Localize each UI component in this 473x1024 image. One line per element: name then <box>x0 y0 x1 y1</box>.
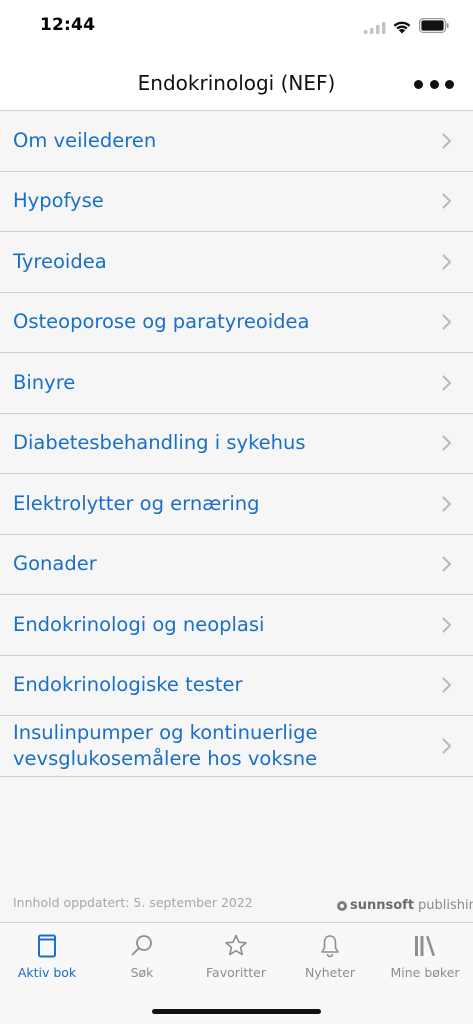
tab-favoritter[interactable]: Favoritter <box>189 933 283 993</box>
tab-sok[interactable]: Søk <box>95 933 189 993</box>
chapter-list: Om veilederen Hypofyse Tyreoidea Osteopo… <box>0 111 473 777</box>
list-item-label: Diabetesbehandling i sykehus <box>13 431 306 455</box>
chevron-right-icon <box>442 375 451 391</box>
chevron-right-icon <box>442 193 451 209</box>
tab-aktiv-bok[interactable]: Aktiv bok <box>0 933 94 993</box>
chevron-right-icon <box>442 254 451 270</box>
library-icon <box>415 936 435 956</box>
home-indicator <box>152 1009 321 1014</box>
more-dot-icon <box>445 79 454 89</box>
list-item-osteoporose[interactable]: Osteoporose og paratyreoidea <box>0 293 473 353</box>
list-item-binyre[interactable]: Binyre <box>0 353 473 414</box>
book-icon <box>38 934 56 958</box>
cellular-signal-icon <box>364 22 386 34</box>
tab-label: Nyheter <box>304 965 356 980</box>
list-item-tyreoidea[interactable]: Tyreoidea <box>0 232 473 293</box>
list-item-gonader[interactable]: Gonader <box>0 535 473 595</box>
list-item-hypofyse[interactable]: Hypofyse <box>0 172 473 232</box>
chevron-right-icon <box>442 314 451 330</box>
tab-label: Mine bøker <box>390 965 460 980</box>
star-icon <box>225 934 247 956</box>
chevron-right-icon <box>442 677 451 693</box>
list-item-label: Osteoporose og paratyreoidea <box>13 310 310 334</box>
sunnsoft-logo-icon <box>337 900 347 911</box>
list-item-label: Binyre <box>13 370 76 394</box>
wifi-icon <box>393 21 411 34</box>
tab-label: Søk <box>130 965 154 980</box>
brand-suffix: publishing <box>418 898 473 913</box>
list-item-label: Tyreoidea <box>13 249 107 273</box>
bell-icon <box>321 935 339 958</box>
list-item-om-veilederen[interactable]: Om veilederen <box>0 111 473 172</box>
list-item-insulinpumper[interactable]: Insulinpumper og kontinuerlige vevsgluko… <box>0 716 473 777</box>
list-item-label: Endokrinologi og neoplasi <box>13 612 265 636</box>
status-bar: 12:44 <box>0 0 473 52</box>
tab-label: Favoritter <box>206 965 266 980</box>
status-time: 12:44 <box>40 15 96 35</box>
chevron-right-icon <box>442 738 451 754</box>
brand-name: sunnsoft <box>350 898 415 913</box>
list-item-label: Elektrolytter og ernæring <box>13 491 260 515</box>
content-updated-text: Innhold oppdatert: 5. september 2022 <box>13 895 253 910</box>
search-icon <box>131 935 152 956</box>
list-item-label: Hypofyse <box>13 189 104 213</box>
tab-label: Aktiv bok <box>17 965 77 980</box>
navigation-bar: Endokrinologi (NEF) <box>0 52 473 111</box>
chevron-right-icon <box>442 133 451 149</box>
list-item-tester[interactable]: Endokrinologiske tester <box>0 656 473 716</box>
list-item-label: Gonader <box>13 552 97 576</box>
chevron-right-icon <box>442 556 451 572</box>
publisher-brand: sunnsoft publishing <box>337 898 473 913</box>
list-item-label: Insulinpumper og kontinuerlige vevsgluko… <box>13 721 318 770</box>
tab-nyheter[interactable]: Nyheter <box>283 933 377 993</box>
chevron-right-icon <box>442 496 451 512</box>
battery-icon <box>419 18 449 33</box>
chevron-right-icon <box>442 435 451 451</box>
list-item-label: Endokrinologiske tester <box>13 673 243 697</box>
list-item-label: Om veilederen <box>13 128 157 152</box>
list-item-diabetesbehandling[interactable]: Diabetesbehandling i sykehus <box>0 414 473 474</box>
more-dot-icon <box>414 79 423 89</box>
tab-mine-boker[interactable]: Mine bøker <box>378 933 472 993</box>
list-item-neoplasi[interactable]: Endokrinologi og neoplasi <box>0 595 473 656</box>
list-item-elektrolytter[interactable]: Elektrolytter og ernæring <box>0 474 473 535</box>
more-button[interactable] <box>414 74 454 94</box>
chevron-right-icon <box>442 617 451 633</box>
page-title: Endokrinologi (NEF) <box>137 71 336 95</box>
more-dot-icon <box>429 79 439 89</box>
